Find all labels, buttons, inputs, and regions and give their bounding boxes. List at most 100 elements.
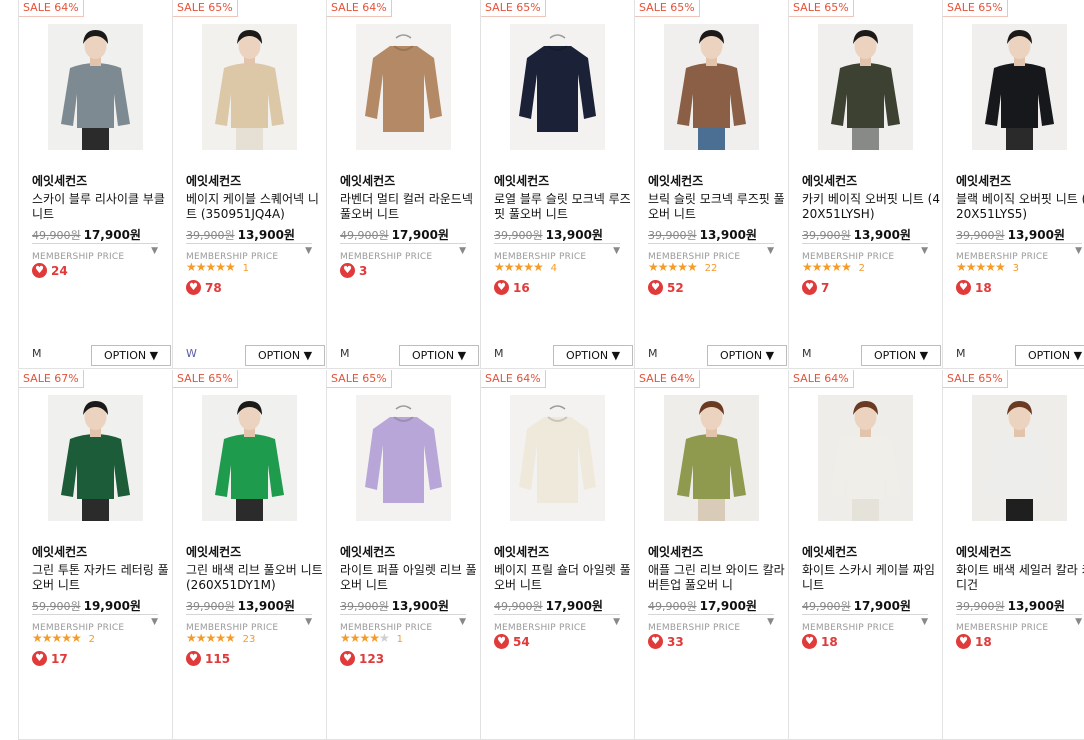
option-button[interactable]: OPTION ▼ (553, 345, 633, 366)
product-card[interactable]: SALE 64% 에잇세컨즈 베이지 프릴 숄더 아일렛 풀오버 니트 49,9… (480, 370, 634, 740)
membership-price-toggle[interactable]: MEMBERSHIP PRICE ▼ (802, 243, 928, 262)
product-card[interactable]: SALE 64% 에잇세컨즈 화이트 스카시 케이블 짜임 니트 49,900원… (788, 370, 942, 740)
heart-icon[interactable]: ♥ (802, 280, 817, 295)
product-card[interactable]: SALE 65% 에잇세컨즈 브릭 슬릿 모크넥 루즈핏 풀오버 니트 39,9… (634, 0, 788, 369)
option-button[interactable]: OPTION ▼ (399, 345, 479, 366)
like-row[interactable]: ♥ 78 (186, 277, 222, 296)
product-name[interactable]: 스카이 블루 리사이클 부클 니트 (32, 192, 170, 224)
membership-price-toggle[interactable]: MEMBERSHIP PRICE ▼ (802, 614, 928, 633)
membership-price-toggle[interactable]: MEMBERSHIP PRICE ▼ (956, 614, 1082, 633)
product-thumbnail[interactable] (818, 24, 913, 150)
product-brand[interactable]: 에잇세컨즈 (32, 543, 168, 560)
product-brand[interactable]: 에잇세컨즈 (802, 172, 938, 189)
product-thumbnail[interactable] (972, 395, 1067, 521)
product-brand[interactable]: 에잇세컨즈 (956, 172, 1084, 189)
product-thumbnail[interactable] (510, 24, 605, 150)
option-button[interactable]: OPTION ▼ (861, 345, 941, 366)
like-row[interactable]: ♥ 54 (494, 631, 530, 650)
product-brand[interactable]: 에잇세컨즈 (32, 172, 168, 189)
option-button[interactable]: OPTION ▼ (1015, 345, 1084, 366)
heart-icon[interactable]: ♥ (494, 280, 509, 295)
option-button[interactable]: OPTION ▼ (707, 345, 787, 366)
product-brand[interactable]: 에잇세컨즈 (186, 543, 322, 560)
heart-icon[interactable]: ♥ (186, 651, 201, 666)
heart-icon[interactable]: ♥ (186, 280, 201, 295)
heart-icon[interactable]: ♥ (956, 634, 971, 649)
option-button[interactable]: OPTION ▼ (91, 345, 171, 366)
product-name[interactable]: 라벤더 멀티 컬러 라운드넥 풀오버 니트 (340, 192, 478, 224)
product-card[interactable]: SALE 65% 에잇세컨즈 라이트 퍼플 아일렛 리브 풀오버 니트 39,9… (326, 370, 480, 740)
membership-price-toggle[interactable]: MEMBERSHIP PRICE ▼ (186, 614, 312, 633)
product-thumbnail[interactable] (818, 395, 913, 521)
product-name[interactable]: 베이지 케이블 스퀘어넥 니트 (350951JQ4A) (186, 192, 324, 224)
membership-price-toggle[interactable]: MEMBERSHIP PRICE ▼ (340, 243, 466, 262)
like-row[interactable]: ♥ 18 (956, 631, 992, 650)
heart-icon[interactable]: ♥ (340, 651, 355, 666)
like-row[interactable]: ♥ 115 (186, 648, 230, 667)
product-thumbnail[interactable] (48, 24, 143, 150)
like-row[interactable]: ♥ 24 (32, 260, 68, 279)
product-thumbnail[interactable] (664, 24, 759, 150)
product-thumbnail[interactable] (48, 395, 143, 521)
membership-price-toggle[interactable]: MEMBERSHIP PRICE ▼ (648, 614, 774, 633)
like-row[interactable]: ♥ 7 (802, 277, 829, 296)
product-card[interactable]: SALE 65% 에잇세컨즈 로열 블루 슬릿 모크넥 루즈핏 풀오버 니트 3… (480, 0, 634, 369)
product-name[interactable]: 애플 그린 리브 와이드 칼라 버튼업 풀오버 니 (648, 563, 786, 595)
product-name[interactable]: 화이트 배색 세일러 칼라 카디건 (956, 563, 1084, 595)
product-name[interactable]: 화이트 스카시 케이블 짜임 니트 (802, 563, 940, 595)
product-card[interactable]: SALE 65% 에잇세컨즈 그린 배색 리브 풀오버 니트 (260X51DY… (172, 370, 326, 740)
membership-price-toggle[interactable]: MEMBERSHIP PRICE ▼ (956, 243, 1082, 262)
product-thumbnail[interactable] (356, 24, 451, 150)
product-brand[interactable]: 에잇세컨즈 (956, 543, 1084, 560)
product-name[interactable]: 베이지 프릴 숄더 아일렛 풀오버 니트 (494, 563, 632, 595)
product-name[interactable]: 라이트 퍼플 아일렛 리브 풀오버 니트 (340, 563, 478, 595)
membership-price-toggle[interactable]: MEMBERSHIP PRICE ▼ (186, 243, 312, 262)
heart-icon[interactable]: ♥ (802, 634, 817, 649)
heart-icon[interactable]: ♥ (340, 263, 355, 278)
like-row[interactable]: ♥ 18 (956, 277, 992, 296)
product-name[interactable]: 그린 투톤 자카드 레터링 풀오버 니트 (32, 563, 170, 595)
product-card[interactable]: SALE 67% 에잇세컨즈 그린 투톤 자카드 레터링 풀오버 니트 59,9… (18, 370, 172, 740)
product-thumbnail[interactable] (664, 395, 759, 521)
product-card[interactable]: SALE 64% 에잇세컨즈 스카이 블루 리사이클 부클 니트 49,900원… (18, 0, 172, 369)
product-card[interactable]: SALE 65% 에잇세컨즈 화이트 배색 세일러 칼라 카디건 39,900원… (942, 370, 1084, 740)
product-thumbnail[interactable] (356, 395, 451, 521)
product-thumbnail[interactable] (202, 24, 297, 150)
like-row[interactable]: ♥ 33 (648, 631, 684, 650)
product-brand[interactable]: 에잇세컨즈 (340, 172, 476, 189)
membership-price-toggle[interactable]: MEMBERSHIP PRICE ▼ (32, 243, 158, 262)
product-brand[interactable]: 에잇세컨즈 (186, 172, 322, 189)
membership-price-toggle[interactable]: MEMBERSHIP PRICE ▼ (340, 614, 466, 633)
product-brand[interactable]: 에잇세컨즈 (494, 543, 630, 560)
product-card[interactable]: SALE 65% 에잇세컨즈 카키 베이직 오버핏 니트 (420X51LYSH… (788, 0, 942, 369)
product-thumbnail[interactable] (972, 24, 1067, 150)
like-row[interactable]: ♥ 17 (32, 648, 68, 667)
like-row[interactable]: ♥ 52 (648, 277, 684, 296)
membership-price-toggle[interactable]: MEMBERSHIP PRICE ▼ (494, 243, 620, 262)
heart-icon[interactable]: ♥ (32, 263, 47, 278)
heart-icon[interactable]: ♥ (32, 651, 47, 666)
like-row[interactable]: ♥ 3 (340, 260, 367, 279)
product-brand[interactable]: 에잇세컨즈 (648, 543, 784, 560)
heart-icon[interactable]: ♥ (494, 634, 509, 649)
product-name[interactable]: 브릭 슬릿 모크넥 루즈핏 풀오버 니트 (648, 192, 786, 224)
product-card[interactable]: SALE 64% 에잇세컨즈 라벤더 멀티 컬러 라운드넥 풀오버 니트 49,… (326, 0, 480, 369)
membership-price-toggle[interactable]: MEMBERSHIP PRICE ▼ (494, 614, 620, 633)
product-name[interactable]: 블랙 베이직 오버핏 니트 (420X51LYS5) (956, 192, 1084, 224)
membership-price-toggle[interactable]: MEMBERSHIP PRICE ▼ (32, 614, 158, 633)
product-card[interactable]: SALE 65% 에잇세컨즈 베이지 케이블 스퀘어넥 니트 (350951JQ… (172, 0, 326, 369)
product-name[interactable]: 카키 베이직 오버핏 니트 (420X51LYSH) (802, 192, 940, 224)
product-card[interactable]: SALE 64% 에잇세컨즈 애플 그린 리브 와이드 칼라 버튼업 풀오버 니… (634, 370, 788, 740)
product-thumbnail[interactable] (202, 395, 297, 521)
product-brand[interactable]: 에잇세컨즈 (494, 172, 630, 189)
like-row[interactable]: ♥ 18 (802, 631, 838, 650)
option-button[interactable]: OPTION ▼ (245, 345, 325, 366)
like-row[interactable]: ♥ 16 (494, 277, 530, 296)
product-card[interactable]: SALE 65% 에잇세컨즈 블랙 베이직 오버핏 니트 (420X51LYS5… (942, 0, 1084, 369)
product-brand[interactable]: 에잇세컨즈 (340, 543, 476, 560)
product-thumbnail[interactable] (510, 395, 605, 521)
membership-price-toggle[interactable]: MEMBERSHIP PRICE ▼ (648, 243, 774, 262)
heart-icon[interactable]: ♥ (956, 280, 971, 295)
product-name[interactable]: 그린 배색 리브 풀오버 니트 (260X51DY1M) (186, 563, 324, 595)
heart-icon[interactable]: ♥ (648, 280, 663, 295)
